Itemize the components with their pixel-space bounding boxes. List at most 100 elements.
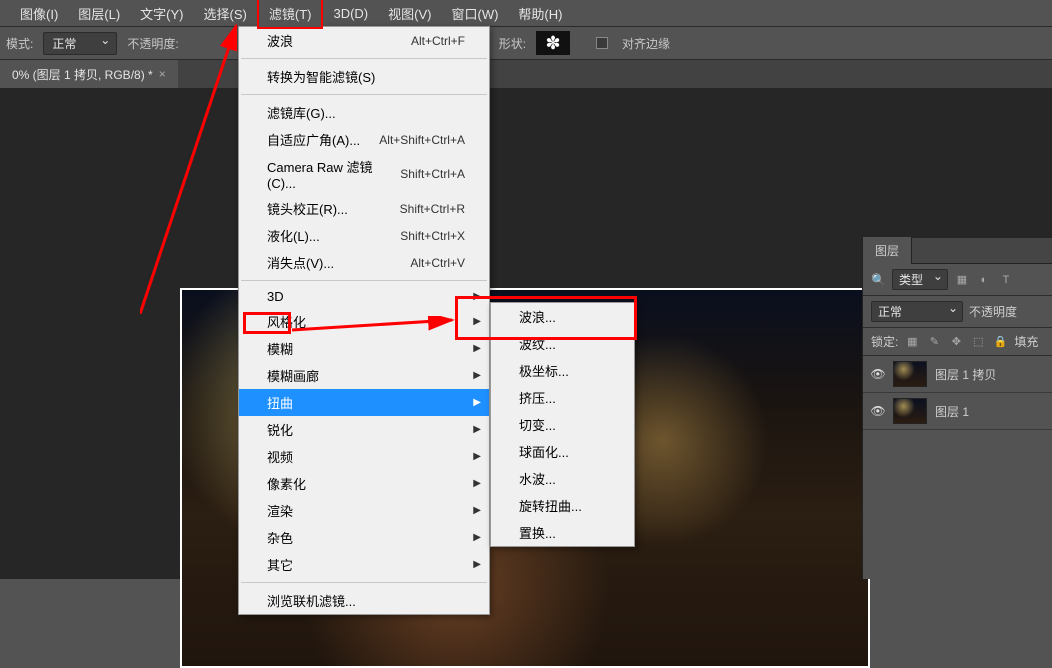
submenu-item-label: 旋转扭曲... (519, 496, 582, 515)
lock-row: 锁定: ▦ ✎ ✥ ⬚ 🔒 填充 (863, 328, 1052, 356)
shape-swatch[interactable]: ✽ (536, 31, 570, 55)
submenu-item-label: 置换... (519, 523, 556, 542)
menu-label: 文字(Y) (140, 7, 183, 22)
menu-item-label: 液化(L)... (267, 226, 320, 245)
menu-item-label: 模糊画廊 (267, 366, 319, 385)
layers-tab[interactable]: 图层 (863, 237, 912, 264)
submenu-item[interactable]: 水波... (491, 465, 634, 492)
menu-item[interactable]: 扭曲▶ (239, 389, 489, 416)
blend-mode-select[interactable]: 正常 (43, 32, 117, 55)
filter-type-icon[interactable]: T (998, 272, 1014, 288)
filter-pixel-icon[interactable]: ▦ (954, 272, 970, 288)
menu-item-label: 浏览联机滤镜... (267, 591, 356, 610)
menu-separator (241, 58, 487, 59)
lock-paint-icon[interactable]: ✎ (926, 334, 942, 350)
submenu-item[interactable]: 波纹... (491, 330, 634, 357)
menu-item-shortcut: Alt+Shift+Ctrl+A (379, 133, 465, 147)
menu-item[interactable]: 消失点(V)...Alt+Ctrl+V (239, 249, 489, 276)
menu-item[interactable]: 风格化▶ (239, 308, 489, 335)
submenu-item[interactable]: 挤压... (491, 384, 634, 411)
document-title: 0% (图层 1 拷贝, RGB/8) * (12, 66, 153, 83)
layer-filter-row: 🔍 类型 ▦ ◐ T (863, 264, 1052, 296)
menu-layer[interactable]: 图层(L) (68, 0, 130, 27)
menu-item[interactable]: 浏览联机滤镜... (239, 587, 489, 614)
submenu-item[interactable]: 波浪... (491, 303, 634, 330)
menu-item-label: 视频 (267, 447, 293, 466)
blend-value: 正常 (878, 305, 902, 319)
layer-thumbnail[interactable] (893, 361, 927, 387)
lock-artboard-icon[interactable]: ⬚ (970, 334, 986, 350)
menu-3d[interactable]: 3D(D) (323, 2, 378, 25)
filter-type-select[interactable]: 类型 (892, 269, 948, 290)
submenu-item[interactable]: 置换... (491, 519, 634, 546)
lock-pixels-icon[interactable]: ▦ (904, 334, 920, 350)
menu-help[interactable]: 帮助(H) (508, 0, 572, 27)
menu-item[interactable]: 3D▶ (239, 285, 489, 308)
submenu-arrow-icon: ▶ (473, 370, 481, 381)
menu-select[interactable]: 选择(S) (194, 0, 257, 27)
submenu-arrow-icon: ▶ (473, 424, 481, 435)
menu-item[interactable]: 滤镜库(G)... (239, 99, 489, 126)
menu-label: 滤镜(T) (269, 7, 312, 22)
submenu-arrow-icon: ▶ (473, 397, 481, 408)
submenu-arrow-icon: ▶ (473, 532, 481, 543)
menu-item[interactable]: 镜头校正(R)...Shift+Ctrl+R (239, 195, 489, 222)
menu-item[interactable]: 转换为智能滤镜(S) (239, 63, 489, 90)
filter-label: 类型 (899, 273, 923, 287)
distort-submenu: 波浪... 波纹... 极坐标... 挤压...切变... 球面化... 水波... 旋转扭… (490, 302, 635, 547)
layer-row[interactable]: 👁 图层 1 拷贝 (863, 356, 1052, 393)
menu-label: 3D(D) (333, 6, 368, 21)
menu-item[interactable]: 自适应广角(A)... Alt+Shift+Ctrl+A (239, 126, 489, 153)
align-edges-label: 对齐边缘 (622, 35, 670, 52)
menu-item[interactable]: 波浪Alt+Ctrl+F (239, 27, 489, 54)
submenu-item-label: 极坐标... (519, 361, 569, 380)
menu-item[interactable]: Camera Raw 滤镜(C)...Shift+Ctrl+A (239, 153, 489, 195)
menu-item[interactable]: 锐化▶ (239, 416, 489, 443)
fill-label: 填充 (1014, 333, 1038, 350)
visibility-icon[interactable]: 👁 (871, 404, 885, 418)
menu-window[interactable]: 窗口(W) (441, 0, 508, 27)
menu-item[interactable]: 像素化▶ (239, 470, 489, 497)
lock-position-icon[interactable]: ✥ (948, 334, 964, 350)
menu-view[interactable]: 视图(V) (378, 0, 441, 27)
menu-item-label: 自适应广角(A)... (267, 130, 360, 149)
menu-label: 视图(V) (388, 7, 431, 22)
menu-separator (241, 94, 487, 95)
submenu-item[interactable]: 极坐标... (491, 357, 634, 384)
menu-item[interactable]: 杂色▶ (239, 524, 489, 551)
menu-item-shortcut: Shift+Ctrl+X (400, 229, 465, 243)
submenu-item-label: 波纹... (519, 334, 556, 353)
submenu-item[interactable]: 旋转扭曲... (491, 492, 634, 519)
layer-row[interactable]: 👁 图层 1 (863, 393, 1052, 430)
menu-item[interactable]: 其它▶ (239, 551, 489, 578)
menu-item[interactable]: 模糊▶ (239, 335, 489, 362)
menu-item-shortcut: Alt+Ctrl+V (410, 256, 465, 270)
menu-item[interactable]: 渲染▶ (239, 497, 489, 524)
submenu-item-label: 球面化... (519, 442, 569, 461)
close-icon[interactable]: × (159, 67, 166, 81)
document-tab[interactable]: 0% (图层 1 拷贝, RGB/8) * × (0, 60, 178, 89)
layer-thumbnail[interactable] (893, 398, 927, 424)
menu-filter[interactable]: 滤镜(T) (257, 0, 324, 29)
filter-dropdown: 波浪Alt+Ctrl+F转换为智能滤镜(S)滤镜库(G)...自适应广角(A).… (238, 26, 490, 615)
submenu-item[interactable]: 切变... (491, 411, 634, 438)
filter-adjust-icon[interactable]: ◐ (976, 272, 992, 288)
layer-name[interactable]: 图层 1 拷贝 (935, 366, 996, 383)
menu-item[interactable]: 模糊画廊 ▶ (239, 362, 489, 389)
submenu-item-label: 波浪... (519, 307, 556, 326)
tab-label: 图层 (875, 244, 899, 258)
submenu-arrow-icon: ▶ (473, 316, 481, 327)
layer-name[interactable]: 图层 1 (935, 403, 969, 420)
menu-item[interactable]: 液化(L)... Shift+Ctrl+X (239, 222, 489, 249)
menu-type[interactable]: 文字(Y) (130, 0, 193, 27)
menu-item[interactable]: 视频▶ (239, 443, 489, 470)
lock-all-icon[interactable]: 🔒 (992, 334, 1008, 350)
menu-item-label: Camera Raw 滤镜(C)... (267, 157, 400, 191)
layer-blend-select[interactable]: 正常 (871, 301, 963, 322)
submenu-item[interactable]: 球面化... (491, 438, 634, 465)
submenu-arrow-icon: ▶ (473, 343, 481, 354)
menu-image[interactable]: 图像(I) (10, 0, 68, 27)
visibility-icon[interactable]: 👁 (871, 367, 885, 381)
menu-separator (241, 280, 487, 281)
align-edges-checkbox[interactable] (596, 37, 608, 49)
